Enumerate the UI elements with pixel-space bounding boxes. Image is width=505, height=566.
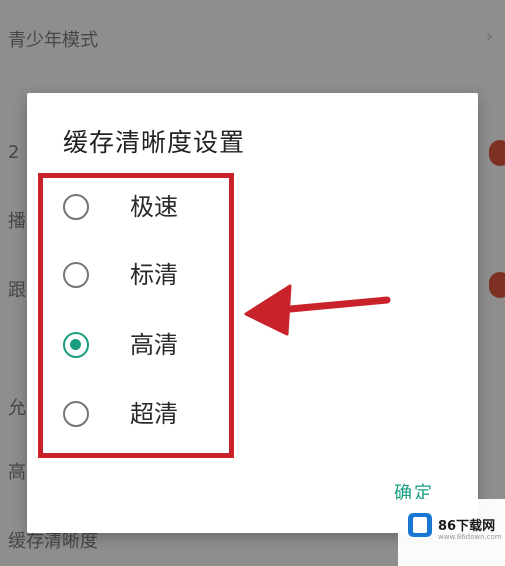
option-hd[interactable]: 高清	[63, 326, 223, 370]
watermark-url: www.86down.com	[438, 533, 502, 541]
radio-checked-icon[interactable]	[63, 332, 89, 358]
cache-quality-dialog: 缓存清晰度设置 极速 标清 高清 超清 确定	[27, 93, 478, 533]
option-label: 标清	[130, 261, 178, 289]
option-label: 超清	[130, 400, 178, 428]
option-label: 高清	[130, 331, 178, 359]
dialog-title: 缓存清晰度设置	[63, 128, 246, 157]
radio-unchecked-icon[interactable]	[63, 194, 89, 220]
option-sd[interactable]: 标清	[63, 256, 223, 300]
watermark-brand: 86下载网	[438, 519, 496, 534]
radio-unchecked-icon[interactable]	[63, 262, 89, 288]
watermark-logo-icon	[408, 513, 432, 537]
option-uhd[interactable]: 超清	[63, 395, 223, 439]
option-fast[interactable]: 极速	[63, 188, 223, 232]
radio-unchecked-icon[interactable]	[63, 401, 89, 427]
option-label: 极速	[130, 193, 178, 221]
watermark: 86下载网 www.86down.com	[398, 499, 505, 566]
